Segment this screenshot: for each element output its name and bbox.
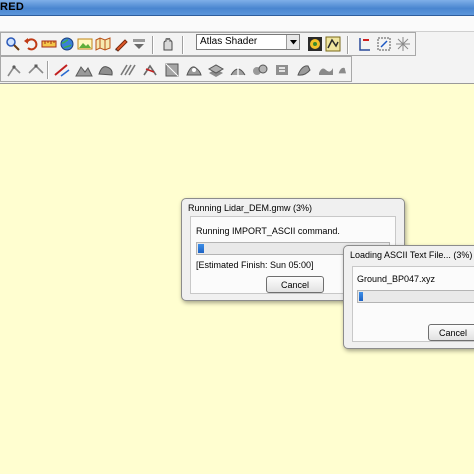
chevron-down-icon[interactable] — [286, 35, 299, 49]
smooth-icon[interactable] — [315, 60, 336, 80]
lidar-icon[interactable] — [183, 60, 204, 80]
shape-icon[interactable] — [161, 60, 182, 80]
window-title: RED — [0, 1, 25, 13]
chevron-down-icon[interactable] — [130, 35, 148, 53]
shader-palette-icon[interactable] — [306, 35, 324, 53]
shader-settings-icon[interactable] — [324, 35, 342, 53]
hand-icon[interactable] — [159, 35, 177, 53]
zoom-icon[interactable] — [4, 35, 22, 53]
loading-dialog-title: Loading ASCII Text File... (3%) — [350, 250, 473, 260]
loading-progress-bar — [357, 290, 474, 303]
toolbar-separator — [152, 36, 154, 54]
toolbar-separator — [47, 61, 49, 79]
edit-vertex-icon[interactable] — [25, 60, 46, 80]
image-icon[interactable] — [76, 35, 94, 53]
menu-bar[interactable] — [0, 16, 474, 32]
feature-icon[interactable] — [117, 60, 138, 80]
running-dialog-title: Running Lidar_DEM.gmw (3%) — [188, 203, 313, 213]
pen-icon[interactable] — [112, 35, 130, 53]
layer-icon[interactable] — [205, 60, 226, 80]
loading-dialog[interactable]: Loading ASCII Text File... (3%) Ground_B… — [343, 245, 474, 349]
running-progress-fill — [198, 244, 204, 253]
toolbar-separator — [182, 36, 184, 54]
map-icon[interactable] — [94, 35, 112, 53]
loading-progress-fill — [359, 292, 363, 301]
running-cancel-button[interactable]: Cancel — [266, 276, 324, 293]
cut-icon[interactable] — [139, 60, 160, 80]
terrain-icon[interactable] — [73, 60, 94, 80]
area-icon[interactable] — [95, 60, 116, 80]
simplify-icon[interactable] — [337, 60, 351, 80]
shader-dropdown[interactable]: Atlas Shader — [196, 34, 300, 50]
draw-line-icon[interactable] — [51, 60, 72, 80]
ruler-icon[interactable] — [40, 35, 58, 53]
merge-icon[interactable] — [249, 60, 270, 80]
digitizer-toolbar — [0, 56, 352, 82]
toolbar-separator — [347, 36, 349, 54]
grid-icon[interactable] — [394, 35, 412, 53]
measure-icon[interactable] — [375, 35, 393, 53]
window-titlebar[interactable]: RED — [0, 0, 474, 16]
delete-icon[interactable] — [293, 60, 314, 80]
running-dialog-message: Running IMPORT_ASCII command. — [196, 226, 340, 236]
loading-dialog-filename: Ground_BP047.xyz — [357, 274, 436, 284]
loading-cancel-button[interactable]: Cancel — [428, 324, 474, 341]
line-tool-icon[interactable] — [356, 35, 374, 53]
shader-dropdown-value: Atlas Shader — [200, 36, 258, 47]
split-icon[interactable] — [227, 60, 248, 80]
select-icon[interactable] — [271, 60, 292, 80]
running-dialog-estimate: [Estimated Finish: Sun 05:00] — [196, 260, 314, 270]
digitize-icon[interactable] — [3, 60, 24, 80]
undo-icon[interactable] — [22, 35, 40, 53]
globe-icon[interactable] — [58, 35, 76, 53]
